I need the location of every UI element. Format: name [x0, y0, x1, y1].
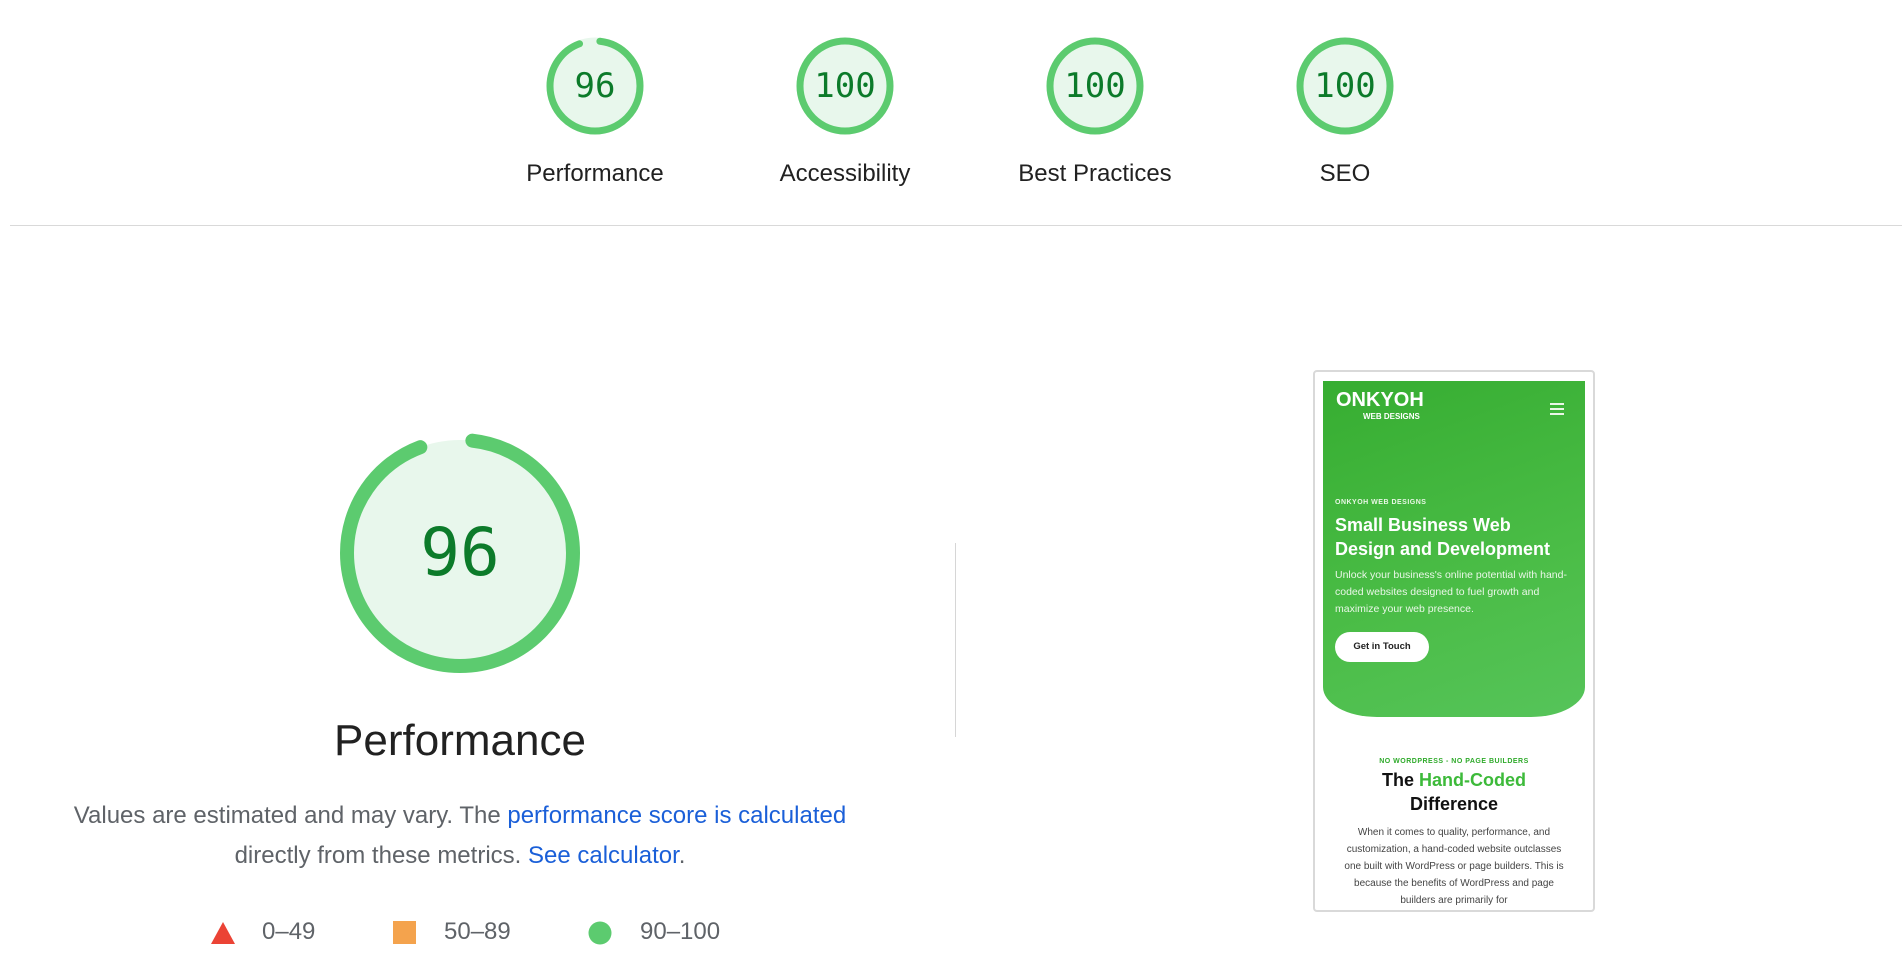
sub-title-post: Difference — [1409, 794, 1499, 814]
gauge-score: 100 — [1314, 66, 1376, 106]
triangle-icon — [211, 922, 235, 944]
section-divider — [955, 543, 956, 737]
legend-range: 50–89 — [444, 918, 511, 945]
menu-icon — [1550, 403, 1564, 418]
description-text: directly from these metrics. — [234, 842, 522, 869]
screenshot-hero-title: Small Business Web Design and Developmen… — [1335, 515, 1551, 559]
score-legend: 0–49 50–89 90–100 — [0, 914, 900, 954]
screenshot-sub-eyebrow: NO WORDPRESS - NO PAGE BUILDERS — [1379, 758, 1529, 765]
square-icon — [393, 921, 416, 944]
description-period: . — [678, 842, 686, 869]
performance-score-link[interactable]: performance score is calculated — [507, 802, 846, 829]
performance-score: 96 — [420, 514, 500, 591]
performance-description: Values are estimated and may vary. The p… — [60, 796, 860, 876]
description-text: Values are estimated and may vary. The — [73, 802, 501, 829]
divider — [10, 225, 1902, 226]
gauge-label: Best Practices — [1018, 160, 1172, 187]
gauge-best-practices[interactable]: 100 Best Practices — [985, 34, 1205, 188]
legend-range: 0–49 — [262, 918, 316, 945]
gauge-accessibility[interactable]: 100 Accessibility — [735, 34, 955, 188]
screenshot-logo-sub: WEB DESIGNS — [1363, 412, 1420, 421]
screenshot-logo: ONKYOH — [1336, 389, 1424, 411]
screenshot-hero-text: Unlock your business's online potential … — [1335, 569, 1567, 615]
gauge-label: Accessibility — [779, 160, 911, 187]
gauge-score: 96 — [574, 66, 616, 106]
performance-title: Performance — [334, 716, 586, 765]
final-screenshot[interactable]: ONKYOH WEB DESIGNS ONKYOH WEB DESIGNS Sm… — [1313, 370, 1595, 912]
legend-range: 90–100 — [640, 918, 721, 945]
gauge-score: 100 — [1064, 66, 1126, 106]
screenshot-cta-button: Get in Touch — [1335, 632, 1429, 662]
screenshot-sub-text: When it comes to quality, performance, a… — [1344, 827, 1564, 906]
screenshot-hero: ONKYOH WEB DESIGNS ONKYOH WEB DESIGNS Sm… — [1323, 381, 1585, 717]
screenshot-eyebrow: ONKYOH WEB DESIGNS — [1335, 499, 1427, 506]
see-calculator-link[interactable]: See calculator — [528, 842, 679, 869]
sub-title-highlight: Hand-Coded — [1419, 770, 1527, 790]
screenshot-sub-title: The Hand-Coded Difference — [1315, 768, 1593, 816]
gauge-score: 100 — [814, 66, 876, 106]
gauge-label: SEO — [1319, 160, 1371, 187]
performance-gauge-large: 96 — [335, 428, 585, 678]
sub-title-pre: The — [1381, 770, 1414, 790]
gauge-label: Performance — [526, 160, 664, 187]
circle-icon — [588, 921, 612, 945]
category-gauges: 96 Performance 100 Accessibility 100 Bes… — [0, 0, 1902, 230]
gauge-seo[interactable]: 100 SEO — [1235, 34, 1455, 188]
gauge-performance[interactable]: 96 Performance — [485, 34, 705, 188]
